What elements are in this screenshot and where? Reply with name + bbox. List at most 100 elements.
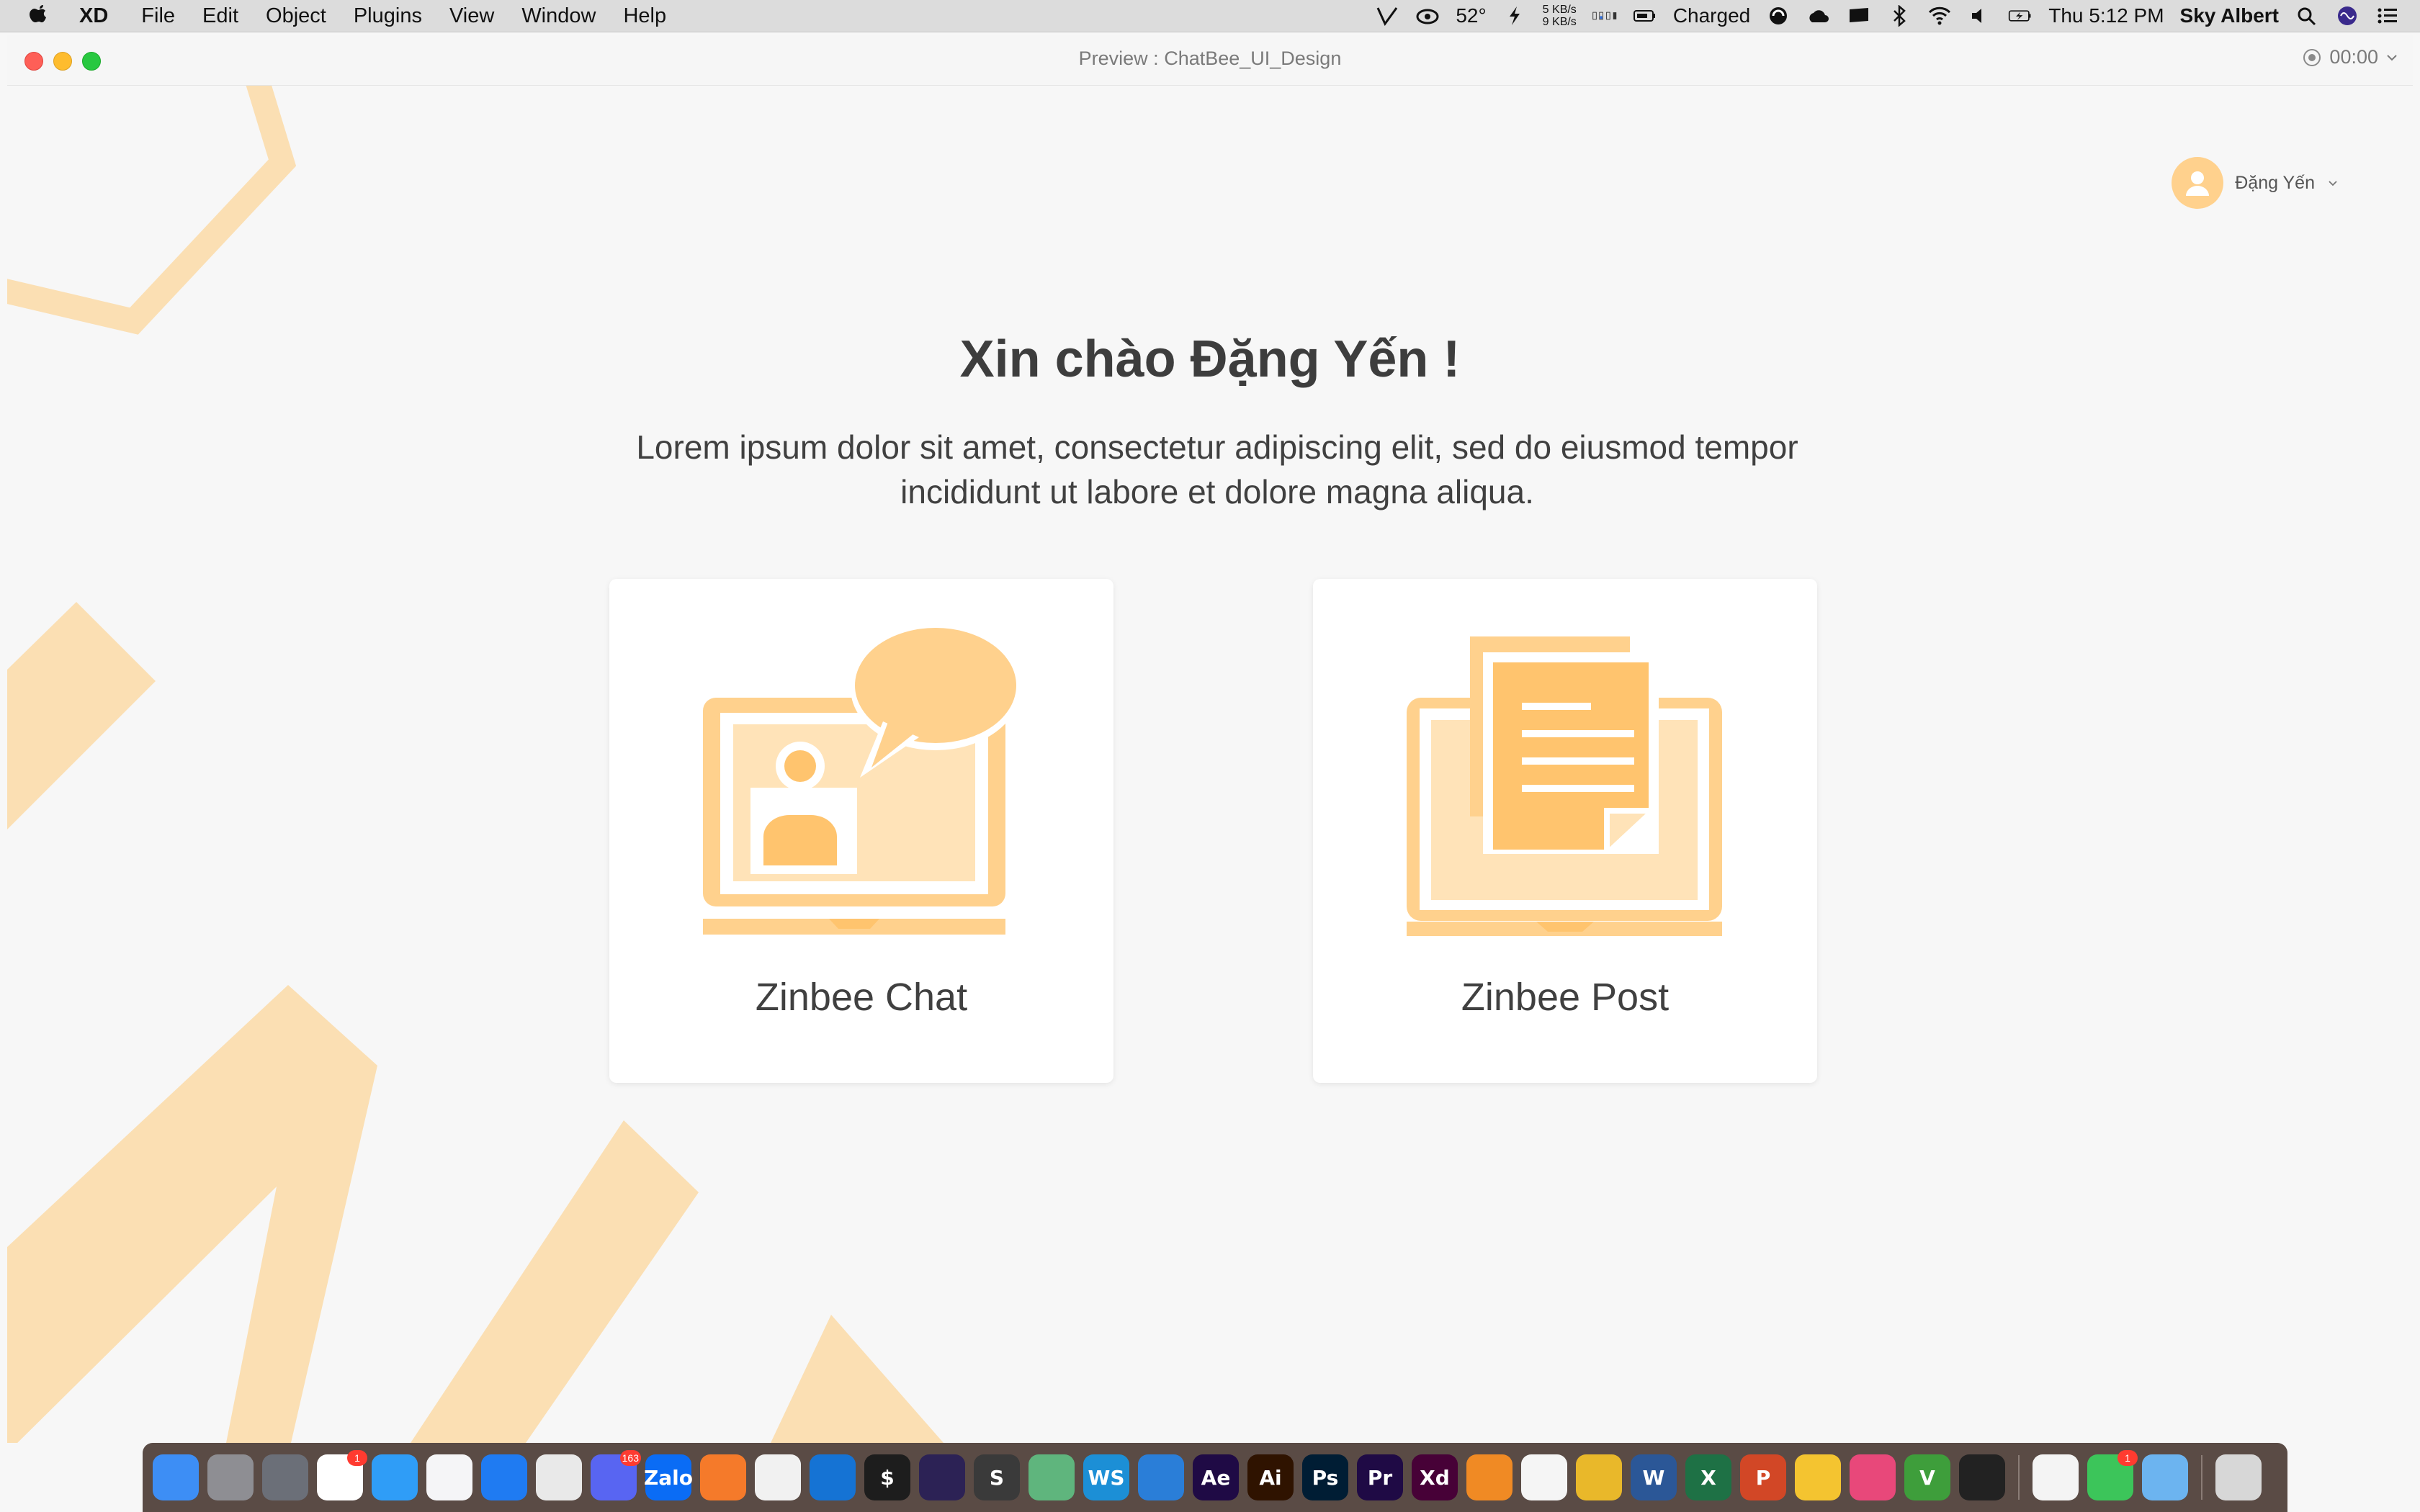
dock-app-label: P (1755, 1465, 1771, 1490)
volume-icon[interactable] (1968, 5, 1992, 27)
dock-eclipse-icon[interactable] (919, 1454, 965, 1500)
dock-premiere-icon[interactable]: Pr (1357, 1454, 1403, 1500)
card-label: Zinbee Chat (755, 976, 968, 1019)
dock-app-label: S (989, 1465, 1005, 1490)
chevron-down-icon[interactable] (2326, 176, 2339, 189)
stripe-decoration-3 (411, 1120, 699, 1443)
system-monitor-icon[interactable] (1592, 5, 1617, 27)
clock[interactable]: Thu 5:12 PM (2048, 4, 2164, 27)
menu-bar: XD File Edit Object Plugins View Window … (0, 0, 2420, 32)
dock-smiley-icon[interactable] (1521, 1454, 1567, 1500)
network-upload: 5 KB/s (1542, 4, 1577, 16)
greeting-subtitle: Lorem ipsum dolor sit amet, consectetur … (583, 425, 1851, 514)
dock-xd-icon[interactable]: Xd (1412, 1454, 1458, 1500)
menu-window[interactable]: Window (521, 4, 596, 28)
dock-after-effects-icon[interactable]: Ae (1193, 1454, 1239, 1500)
dock-separator (2018, 1455, 2020, 1500)
chat-laptop-icon (703, 626, 1021, 935)
dock-pen-icon[interactable] (700, 1454, 746, 1500)
dock-chrome-icon[interactable] (536, 1454, 582, 1500)
dock-photoshop-icon[interactable]: Ps (1302, 1454, 1348, 1500)
user-menu[interactable]: Đặng Yến (2172, 157, 2339, 209)
sync-icon[interactable] (1766, 5, 1791, 27)
dock-duck-icon[interactable] (1795, 1454, 1841, 1500)
dock-textedit-icon[interactable] (2033, 1454, 2079, 1500)
lightning-icon[interactable] (1502, 5, 1527, 27)
stripe-decoration-1 (7, 602, 156, 829)
notification-center-icon[interactable] (2375, 5, 2400, 27)
timer-value: 00:00 (2329, 46, 2378, 68)
dock-word-icon[interactable]: W (1631, 1454, 1677, 1500)
app-menu-xd[interactable]: XD (79, 4, 108, 28)
dock-finder-icon[interactable] (153, 1454, 199, 1500)
network-speed[interactable]: 5 KB/s 9 KB/s (1543, 4, 1577, 28)
home-screen: Đặng Yến Xin chào Đặng Yến ! Lorem ipsum… (7, 85, 2413, 1443)
dock-music-icon[interactable] (426, 1454, 472, 1500)
display-icon[interactable] (1847, 5, 1871, 27)
dock-cleanmymac-icon[interactable] (1850, 1454, 1896, 1500)
dock-zalo-icon[interactable]: Zalo (643, 1454, 694, 1500)
dock-trash-icon[interactable] (2215, 1454, 2262, 1500)
dock-rocket-icon[interactable] (262, 1454, 308, 1500)
menu-file[interactable]: File (141, 4, 175, 28)
dock-vscode-icon[interactable] (1138, 1454, 1184, 1500)
notification-badge: 1 (2118, 1450, 2138, 1466)
chevron-down-icon[interactable] (2385, 51, 2398, 64)
recording-timer[interactable]: 00:00 (2302, 46, 2398, 68)
dock-atom-icon[interactable] (1028, 1454, 1075, 1500)
preview-window: Preview : ChatBee_UI_Design 00:00 Đặng Y… (7, 35, 2413, 1443)
zinbee-chat-card[interactable]: Zinbee Chat (609, 579, 1113, 1083)
dock-vim-icon[interactable]: V (1904, 1454, 1950, 1500)
dock-console-icon[interactable] (1959, 1454, 2005, 1500)
menu-help[interactable]: Help (623, 4, 666, 28)
menu-edit[interactable]: Edit (202, 4, 238, 28)
menu-object[interactable]: Object (266, 4, 326, 28)
stripe-decoration-2 (7, 985, 377, 1443)
battery-status[interactable]: Charged (1673, 4, 1750, 27)
dock-excel-icon[interactable]: X (1685, 1454, 1731, 1500)
vectorworks-icon[interactable] (1375, 5, 1399, 27)
dock-discord-icon[interactable]: 163 (591, 1450, 641, 1500)
dock-app-label: Ae (1201, 1465, 1231, 1490)
avatar[interactable] (2172, 157, 2224, 209)
user-name[interactable]: Đặng Yến (2235, 173, 2315, 194)
dock-star-icon[interactable] (1576, 1454, 1622, 1500)
window-titlebar[interactable]: Preview : ChatBee_UI_Design 00:00 (7, 35, 2413, 86)
apple-icon[interactable] (27, 4, 50, 28)
dock-app-label: V (1919, 1465, 1935, 1490)
dock-app-label: Zalo (643, 1465, 694, 1490)
dock-illustrator-icon[interactable]: Ai (1247, 1454, 1294, 1500)
current-user[interactable]: Sky Albert (2180, 4, 2279, 27)
dock-gear-icon[interactable] (207, 1454, 254, 1500)
dock-trello-icon[interactable] (810, 1454, 856, 1500)
dock-app-label: W (1642, 1465, 1665, 1490)
dock-airship-icon[interactable] (1466, 1454, 1512, 1500)
record-icon[interactable] (2302, 48, 2322, 68)
siri-icon[interactable] (2335, 5, 2360, 27)
dock-reminders-icon[interactable]: 1 (317, 1450, 367, 1500)
dock-app-label: Ps (1312, 1465, 1339, 1490)
spotlight-search-icon[interactable] (2295, 5, 2319, 27)
dock-folder-icon[interactable] (2142, 1454, 2188, 1500)
menu-plugins[interactable]: Plugins (354, 4, 422, 28)
dock-terminal-icon[interactable]: $ (864, 1454, 910, 1500)
menu-view[interactable]: View (449, 4, 494, 28)
dock-leaf-icon[interactable] (755, 1454, 801, 1500)
wifi-icon[interactable] (1927, 5, 1952, 27)
creative-cloud-icon[interactable] (1415, 5, 1440, 27)
weather-temperature[interactable]: 52° (1456, 4, 1486, 27)
dock-app-label: X (1700, 1465, 1716, 1490)
battery-icon[interactable] (2008, 5, 2033, 27)
dock-compass-icon[interactable] (481, 1454, 527, 1500)
dock-separator (2201, 1455, 2202, 1500)
dock-app-label: WS (1088, 1465, 1125, 1490)
bluetooth-icon[interactable] (1887, 5, 1912, 27)
battery-charging-icon[interactable] (1633, 5, 1657, 27)
dock-facetime-icon[interactable]: 1 (2087, 1450, 2138, 1500)
cloud-icon[interactable] (1806, 5, 1831, 27)
zinbee-post-card[interactable]: Zinbee Post (1313, 579, 1817, 1083)
dock-webstorm-icon[interactable]: WS (1083, 1454, 1129, 1500)
dock-messages-icon[interactable] (372, 1454, 418, 1500)
dock-powerpoint-icon[interactable]: P (1740, 1454, 1786, 1500)
dock-sublime-icon[interactable]: S (974, 1454, 1020, 1500)
